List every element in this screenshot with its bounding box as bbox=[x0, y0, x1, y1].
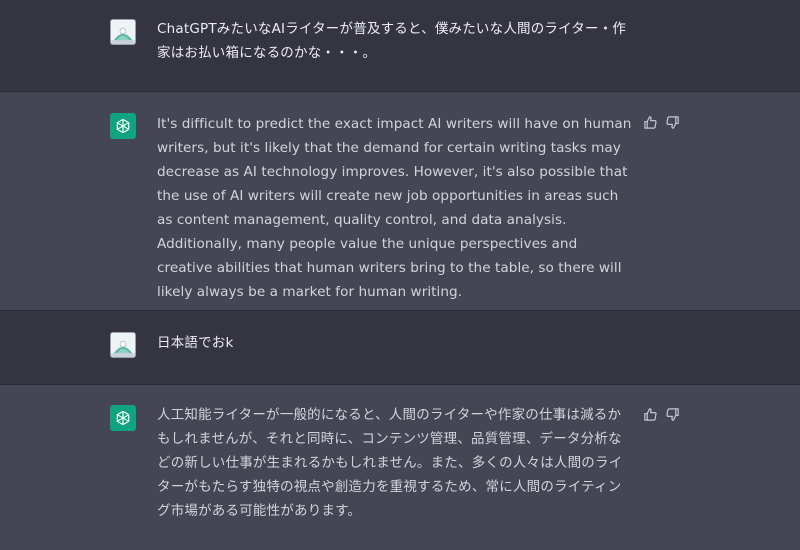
openai-logo-icon bbox=[116, 118, 130, 134]
thumbs-down-button[interactable] bbox=[665, 407, 680, 422]
user-message-text: 日本語でおk bbox=[157, 335, 234, 351]
thumbs-up-icon bbox=[644, 116, 657, 129]
thumbs-up-button[interactable] bbox=[643, 407, 658, 422]
thumbs-down-button[interactable] bbox=[665, 115, 680, 130]
thumbs-down-icon bbox=[666, 116, 679, 129]
user-message-text: ChatGPTみたいなAIライターが普及すると、僕みたいな人間のライター・作家は… bbox=[157, 21, 627, 61]
user-message-row: ChatGPTみたいなAIライターが普及すると、僕みたいな人間のライター・作家は… bbox=[0, 0, 800, 92]
thumbs-up-icon bbox=[644, 408, 657, 421]
feedback-buttons bbox=[643, 115, 680, 130]
openai-logo-icon bbox=[116, 410, 130, 426]
user-message-row: 日本語でおk bbox=[0, 311, 800, 385]
assistant-message-row: It's difficult to predict the exact impa… bbox=[0, 92, 800, 311]
user-avatar bbox=[110, 19, 136, 45]
assistant-message-row: 人工知能ライターが一般的になると、人間のライターや作家の仕事は減るかもしれません… bbox=[0, 385, 800, 550]
user-avatar-image bbox=[111, 333, 135, 357]
assistant-message-text: 人工知能ライターが一般的になると、人間のライターや作家の仕事は減るかもしれません… bbox=[157, 407, 623, 519]
user-avatar bbox=[110, 332, 136, 358]
user-avatar-image bbox=[111, 20, 135, 44]
feedback-buttons bbox=[643, 407, 680, 422]
assistant-avatar bbox=[110, 113, 136, 139]
chat-thread: ChatGPTみたいなAIライターが普及すると、僕みたいな人間のライター・作家は… bbox=[0, 0, 800, 550]
assistant-message-text: It's difficult to predict the exact impa… bbox=[157, 116, 632, 300]
assistant-avatar bbox=[110, 405, 136, 431]
thumbs-down-icon bbox=[666, 408, 679, 421]
thumbs-up-button[interactable] bbox=[643, 115, 658, 130]
